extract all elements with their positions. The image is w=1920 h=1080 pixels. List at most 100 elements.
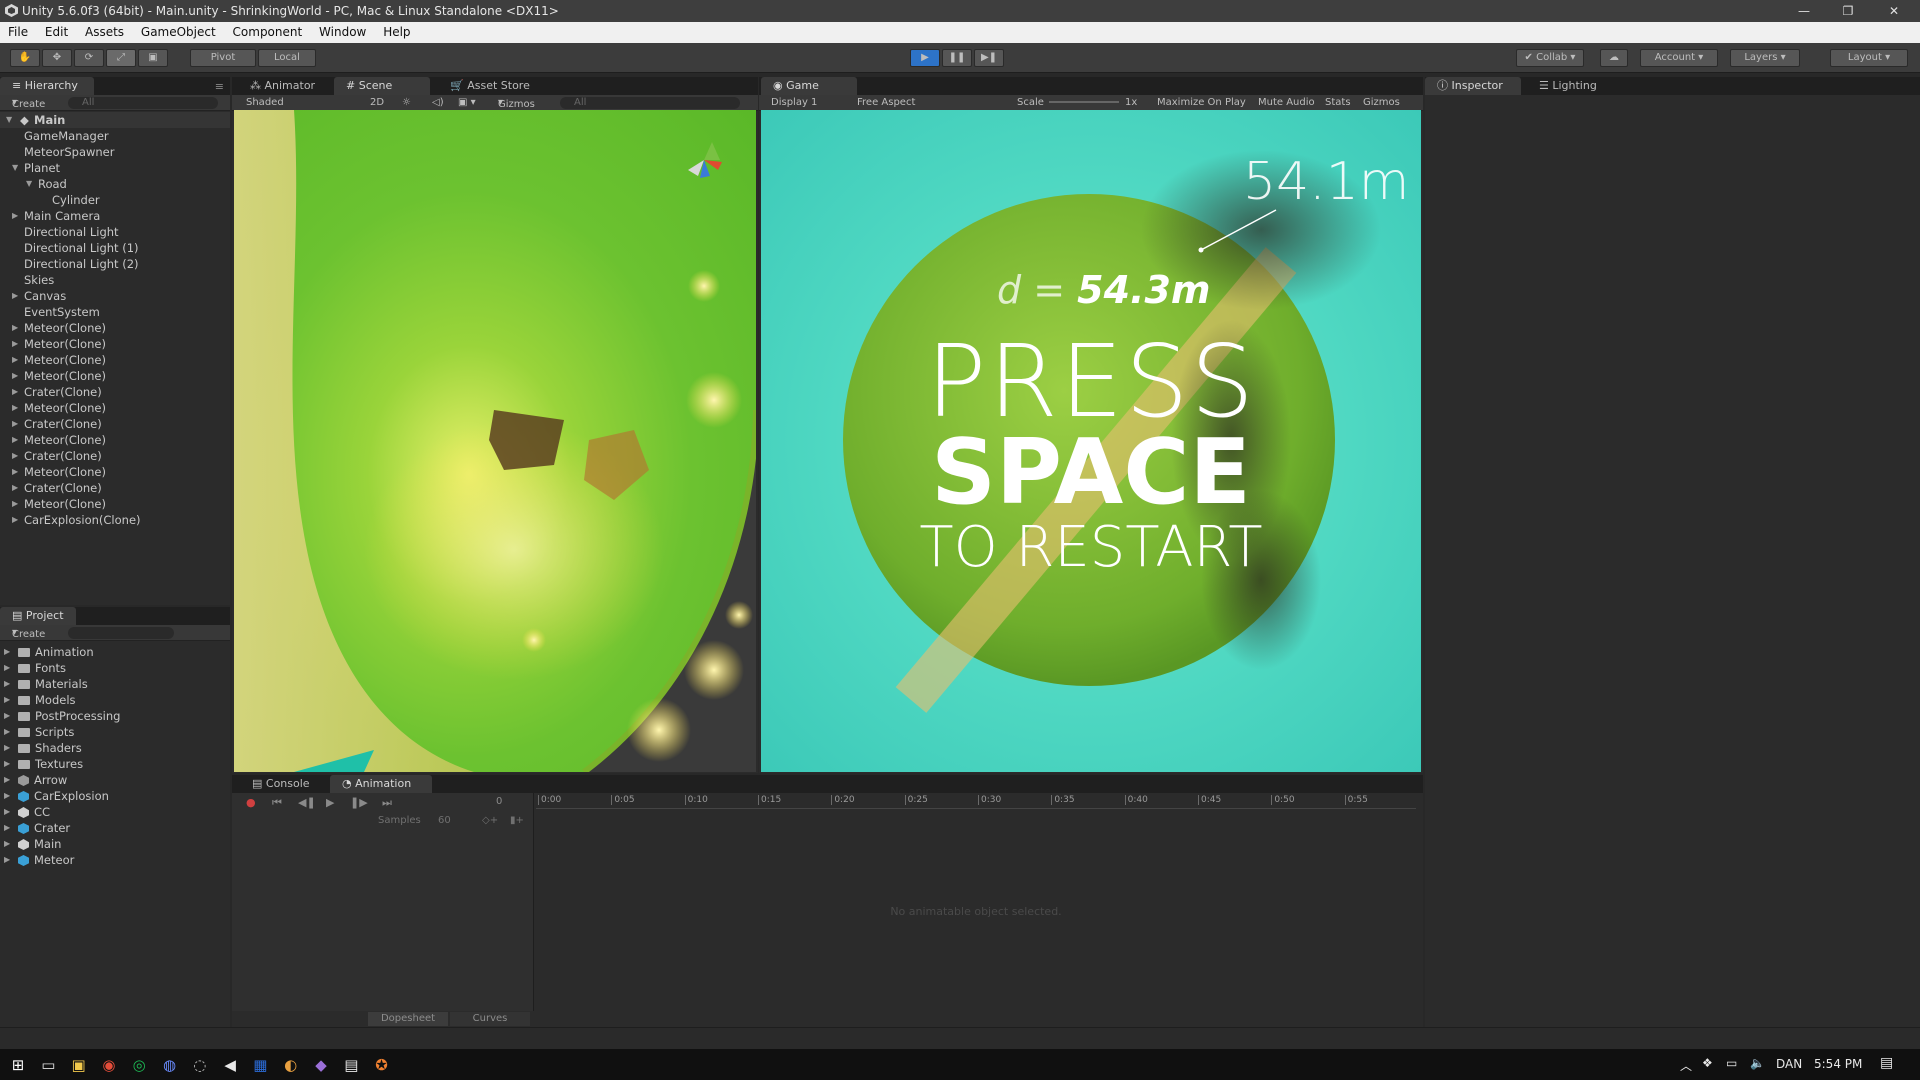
hierarchy-item[interactable]: ▶ CarExplosion(Clone) — [0, 512, 230, 528]
expand-triangle-icon[interactable]: ▶ — [12, 320, 18, 336]
pivot-toggle[interactable]: Pivot — [190, 49, 256, 67]
expand-triangle-icon[interactable]: ▶ — [4, 836, 10, 852]
expand-triangle-icon[interactable]: ▶ — [12, 480, 18, 496]
game-viewport[interactable]: 54.1m d = 54.3m PRESS SPACE TO RESTART — [761, 110, 1421, 772]
expand-triangle-icon[interactable]: ▶ — [4, 772, 10, 788]
project-item[interactable]: ▶ Scripts — [0, 724, 230, 740]
hierarchy-item[interactable]: ▼ Planet — [0, 160, 230, 176]
unity-icon[interactable]: ◀ — [221, 1056, 239, 1074]
hierarchy-item[interactable]: ▶ Meteor(Clone) — [0, 352, 230, 368]
add-event-icon[interactable]: ▮+ — [510, 815, 524, 826]
expand-triangle-icon[interactable]: ▶ — [4, 804, 10, 820]
tray-volume-icon[interactable]: 🔈 — [1750, 1056, 1765, 1070]
tab-hierarchy[interactable]: ≡ Hierarchy — [0, 77, 94, 95]
photoshop-icon[interactable]: ▦ — [251, 1056, 269, 1074]
expand-triangle-icon[interactable]: ▶ — [4, 644, 10, 660]
scale-tool-button[interactable]: ⤢ — [106, 49, 136, 67]
mute-audio-toggle[interactable]: Mute Audio — [1258, 97, 1315, 108]
stats-toggle[interactable]: Stats — [1325, 97, 1351, 108]
move-tool-button[interactable]: ✥ — [42, 49, 72, 67]
menu-gameobject[interactable]: GameObject — [133, 22, 221, 39]
expand-triangle-icon[interactable]: ▶ — [12, 288, 18, 304]
menu-component[interactable]: Component — [225, 22, 308, 39]
hierarchy-item[interactable]: ▶ Crater(Clone) — [0, 448, 230, 464]
game-icon[interactable]: ✪ — [373, 1056, 391, 1074]
mode-2d-toggle[interactable]: 2D — [370, 97, 384, 108]
expand-triangle-icon[interactable]: ▶ — [4, 676, 10, 692]
windows-icon[interactable]: ⊞ — [9, 1056, 27, 1074]
tab-inspector[interactable]: ⓘ Inspector — [1425, 77, 1521, 95]
hierarchy-item[interactable]: Directional Light (1) — [0, 240, 230, 256]
task-view-icon[interactable]: ▭ — [39, 1056, 57, 1074]
hierarchy-item[interactable]: ▶ Main Camera — [0, 208, 230, 224]
hierarchy-item[interactable]: ▶ Crater(Clone) — [0, 384, 230, 400]
expand-triangle-icon[interactable]: ▼ — [6, 112, 12, 128]
expand-triangle-icon[interactable]: ▶ — [4, 820, 10, 836]
collab-button[interactable]: ✔ Collab ▾ — [1516, 49, 1584, 67]
project-item[interactable]: ▶ CC — [0, 804, 230, 820]
expand-triangle-icon[interactable]: ▶ — [12, 208, 18, 224]
pause-button[interactable]: ❚❚ — [942, 49, 972, 67]
hierarchy-item[interactable]: ▼ Road — [0, 176, 230, 192]
layers-dropdown[interactable]: Layers ▾ — [1730, 49, 1800, 67]
expand-triangle-icon[interactable]: ▶ — [4, 852, 10, 868]
scene-root-row[interactable]: ▼ ◆ Main — [0, 112, 230, 128]
menu-window[interactable]: Window — [311, 22, 371, 39]
tab-project[interactable]: ▤ Project — [0, 607, 76, 625]
tab-asset-store[interactable]: 🛒 Asset Store — [438, 77, 548, 95]
project-item[interactable]: ▶ Crater — [0, 820, 230, 836]
expand-triangle-icon[interactable]: ▶ — [12, 368, 18, 384]
next-key-button[interactable]: ❚▶ — [350, 796, 368, 809]
expand-triangle-icon[interactable]: ▶ — [12, 416, 18, 432]
menu-assets[interactable]: Assets — [77, 22, 129, 39]
scene-search-input[interactable]: All — [560, 97, 740, 109]
record-button[interactable]: ● — [246, 796, 256, 809]
project-item[interactable]: ▶ Meteor — [0, 852, 230, 868]
hierarchy-item[interactable]: ▶ Meteor(Clone) — [0, 336, 230, 352]
project-search-input[interactable] — [68, 627, 174, 639]
expand-triangle-icon[interactable]: ▶ — [12, 384, 18, 400]
unity-hub-icon[interactable]: ◌ — [191, 1056, 209, 1074]
hierarchy-create-button[interactable]: Create ▾ — [12, 97, 45, 110]
hierarchy-item[interactable]: ▶ Meteor(Clone) — [0, 432, 230, 448]
expand-triangle-icon[interactable]: ▶ — [12, 400, 18, 416]
expand-triangle-icon[interactable]: ▶ — [12, 448, 18, 464]
tab-animation[interactable]: ◔ Animation — [330, 775, 432, 793]
restore-button[interactable]: ❐ — [1826, 0, 1870, 22]
rotate-tool-button[interactable]: ⟳ — [74, 49, 104, 67]
tray-clock[interactable]: 5:54 PM — [1814, 1057, 1862, 1071]
dopesheet-button[interactable]: Dopesheet — [368, 1012, 448, 1026]
prev-key-button[interactable]: ◀❚ — [298, 796, 316, 809]
expand-triangle-icon[interactable]: ▶ — [12, 512, 18, 528]
hierarchy-item[interactable]: ▶ Meteor(Clone) — [0, 464, 230, 480]
hierarchy-item[interactable]: MeteorSpawner — [0, 144, 230, 160]
last-key-button[interactable]: ⏭ — [382, 796, 392, 810]
hand-tool-button[interactable]: ✋ — [10, 49, 40, 67]
account-dropdown[interactable]: Account ▾ — [1640, 49, 1718, 67]
expand-triangle-icon[interactable]: ▶ — [12, 336, 18, 352]
scale-slider[interactable] — [1049, 101, 1119, 103]
layout-dropdown[interactable]: Layout ▾ — [1830, 49, 1908, 67]
maximize-on-play-toggle[interactable]: Maximize On Play — [1157, 97, 1246, 108]
expand-triangle-icon[interactable]: ▶ — [12, 432, 18, 448]
rect-tool-button[interactable]: ▣ — [138, 49, 168, 67]
display-dropdown[interactable]: Display 1 — [771, 97, 817, 108]
first-key-button[interactable]: ⏮ — [272, 796, 282, 810]
samples-field[interactable]: 60 — [438, 815, 451, 826]
hierarchy-item[interactable]: Cylinder — [0, 192, 230, 208]
collapse-triangle-icon[interactable]: ▼ — [26, 176, 32, 192]
local-toggle[interactable]: Local — [258, 49, 316, 67]
project-item[interactable]: ▶ Arrow — [0, 772, 230, 788]
expand-triangle-icon[interactable]: ▶ — [4, 708, 10, 724]
hierarchy-item[interactable]: Directional Light — [0, 224, 230, 240]
expand-triangle-icon[interactable]: ▶ — [4, 724, 10, 740]
panel-menu-icon[interactable]: ≡ — [215, 80, 224, 93]
expand-triangle-icon[interactable]: ▶ — [12, 496, 18, 512]
hierarchy-item[interactable]: ▶ Crater(Clone) — [0, 416, 230, 432]
hierarchy-item[interactable]: ▶ Meteor(Clone) — [0, 400, 230, 416]
spotify-icon[interactable]: ◎ — [130, 1056, 148, 1074]
hierarchy-item[interactable]: ▶ Crater(Clone) — [0, 480, 230, 496]
expand-triangle-icon[interactable]: ▶ — [4, 692, 10, 708]
collapse-triangle-icon[interactable]: ▼ — [12, 160, 18, 176]
scene-viewport[interactable] — [234, 110, 756, 772]
